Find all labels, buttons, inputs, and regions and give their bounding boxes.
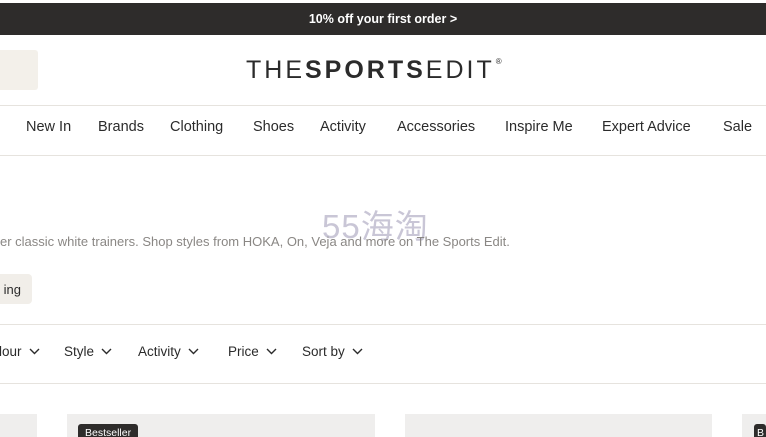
chevron-down-icon	[266, 348, 277, 355]
filter-label: lour	[0, 344, 22, 359]
nav-divider	[0, 155, 766, 156]
nav-item-brands[interactable]: Brands	[98, 119, 144, 135]
subcategory-chip[interactable]: ing	[0, 274, 32, 304]
filter-style[interactable]: Style	[64, 344, 112, 359]
category-description: er classic white trainers. Shop styles f…	[0, 234, 510, 249]
nav-item-activity[interactable]: Activity	[320, 119, 366, 135]
chevron-down-icon	[188, 348, 199, 355]
bestseller-badge: B	[754, 424, 766, 437]
nav-item-expert-advice[interactable]: Expert Advice	[602, 119, 691, 135]
search-input[interactable]	[0, 50, 38, 90]
bestseller-badge: Bestseller	[78, 424, 139, 437]
logo-edit: EDIT	[425, 56, 495, 84]
filter-label: Price	[228, 344, 259, 359]
nav-item-clothing[interactable]: Clothing	[170, 119, 223, 135]
chevron-down-icon	[29, 348, 40, 355]
nav-item-inspire-me[interactable]: Inspire Me	[505, 119, 573, 135]
nav-item-accessories[interactable]: Accessories	[397, 119, 475, 135]
nav-item-shoes[interactable]: Shoes	[253, 119, 294, 135]
logo-the: THE	[246, 56, 305, 84]
chevron-down-icon	[352, 348, 363, 355]
chevron-down-icon	[101, 348, 112, 355]
filter-label: Activity	[138, 344, 181, 359]
filter-price[interactable]: Price	[228, 344, 277, 359]
filter-bar: lour Style Activity Price Sort by	[0, 325, 766, 383]
filter-activity[interactable]: Activity	[138, 344, 199, 359]
product-card[interactable]	[405, 414, 712, 437]
promo-banner[interactable]: 10% off your first order >	[0, 3, 766, 35]
filters-bottom-divider	[0, 383, 766, 384]
nav-item-sale[interactable]: Sale	[723, 119, 752, 135]
sort-by-dropdown[interactable]: Sort by	[302, 344, 363, 359]
chip-label: ing	[3, 281, 21, 297]
filter-colour[interactable]: lour	[0, 344, 40, 359]
nav-item-new-in[interactable]: New In	[26, 119, 71, 135]
promo-text: 10% off your first order >	[308, 12, 458, 26]
filter-label: Style	[64, 344, 95, 359]
registered-mark: ®	[495, 57, 502, 66]
site-logo[interactable]: THE SPORTS EDIT ®	[246, 56, 502, 84]
product-card[interactable]	[0, 414, 37, 437]
main-nav: New In Brands Clothing Shoes Activity Ac…	[0, 105, 766, 155]
logo-sports: SPORTS	[305, 56, 426, 84]
filter-label: Sort by	[302, 344, 345, 359]
